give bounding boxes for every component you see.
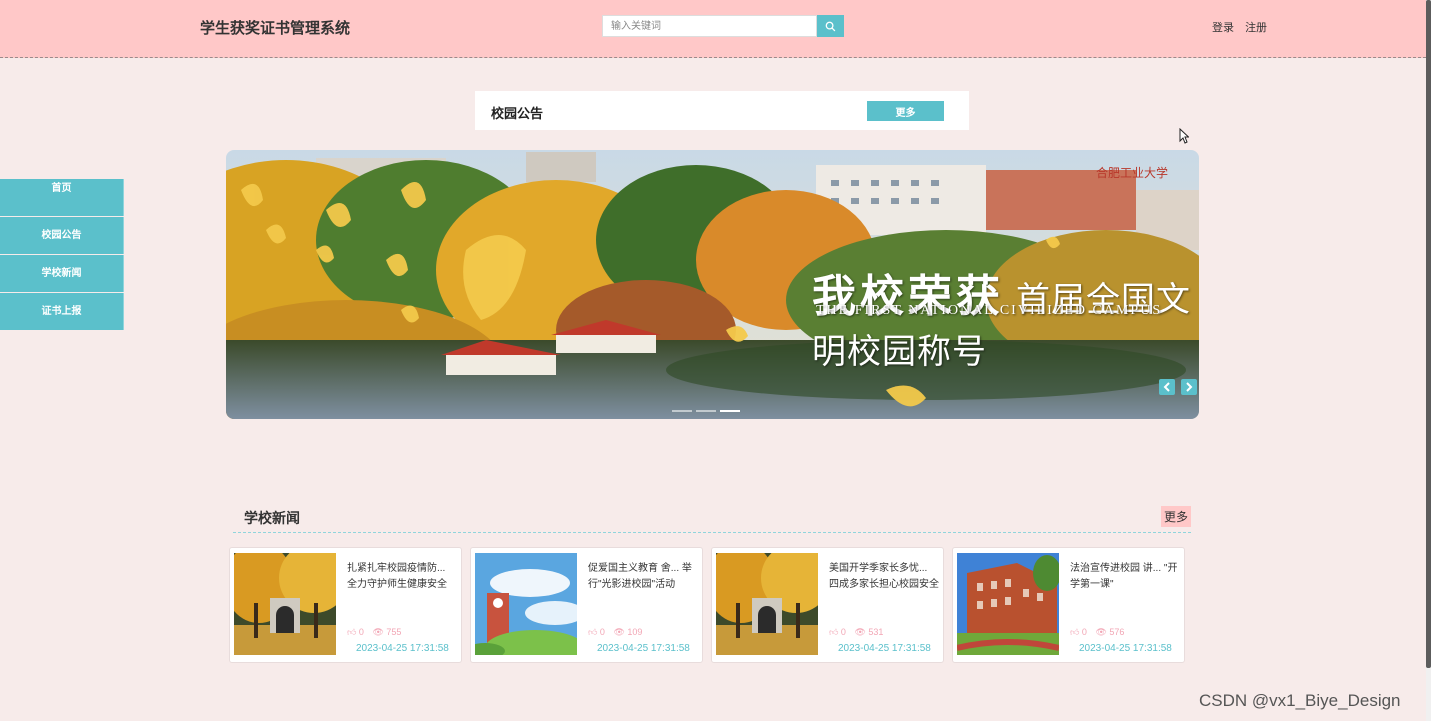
news-thumbnail[interactable] <box>475 553 577 655</box>
thumbs-up-icon: 👍︎ <box>347 627 357 637</box>
site-title: 学生获奖证书管理系统 <box>200 20 351 37</box>
news-section-header: 学校新闻 更多 <box>233 504 1191 533</box>
news-card-stats: 👍︎ 0 👁︎ 531 <box>829 627 883 638</box>
news-card-likes: 0 <box>358 627 364 637</box>
news-card-title[interactable]: 扎紧扎牢校园疫情防... 全力守护师生健康安全 <box>347 561 457 593</box>
news-thumbnail[interactable] <box>716 553 818 655</box>
mouse-cursor-icon <box>1179 128 1189 144</box>
ginkgo-gate-image <box>234 553 336 655</box>
carousel-indicators <box>672 399 744 417</box>
news-card-likes: 0 <box>599 627 605 637</box>
carousel-dot-active[interactable] <box>720 410 740 412</box>
news-card-date: 2023-04-25 17:31:58 <box>356 643 449 654</box>
register-link[interactable]: 注册 <box>1245 22 1267 34</box>
watermark: CSDN @vx1_Biye_Design <box>1199 691 1401 710</box>
news-card[interactable]: 法治宣传进校园 讲... "开学第一课" 👍︎ 0 👁︎ 576 2023-04… <box>952 547 1185 663</box>
scrollbar-thumb[interactable] <box>1426 0 1431 668</box>
news-card-views: 531 <box>868 627 884 637</box>
eye-icon: 👁︎ <box>854 627 866 637</box>
chevron-left-icon <box>1163 382 1170 392</box>
news-card-likes: 0 <box>840 627 846 637</box>
carousel-prev-button[interactable] <box>1159 379 1175 395</box>
news-card[interactable]: 扎紧扎牢校园疫情防... 全力守护师生健康安全 👍︎ 0 👁︎ 755 2023… <box>229 547 462 663</box>
search-bar <box>602 15 844 37</box>
banner-carousel[interactable]: 合肥工业大学 我校荣获 首届全国文明校园称号 THE FIRST NATIONAL… <box>226 150 1199 419</box>
news-card-date: 2023-04-25 17:31:58 <box>597 643 690 654</box>
chevron-right-icon <box>1186 382 1193 392</box>
clock-tower-image <box>475 553 577 655</box>
search-input[interactable] <box>602 15 817 37</box>
auth-links: 登录 注册 <box>1212 19 1275 35</box>
thumbs-up-icon: 👍︎ <box>588 627 598 637</box>
eye-icon: 👁︎ <box>613 627 625 637</box>
news-card[interactable]: 美国开学季家长多忧... 四成多家长担心校园安全 👍︎ 0 👁︎ 531 202… <box>711 547 944 663</box>
news-thumbnail[interactable] <box>957 553 1059 655</box>
banner-university-logo: 合肥工业大学 <box>1096 166 1169 180</box>
side-nav: 首页 校园公告 学校新闻 证书上报 <box>0 179 124 331</box>
news-more-button[interactable]: 更多 <box>1160 506 1191 527</box>
carousel-dot[interactable] <box>672 410 692 412</box>
thumbs-up-icon: 👍︎ <box>829 627 839 637</box>
login-link[interactable]: 登录 <box>1212 22 1234 34</box>
banner-subtitle: THE FIRST NATIONAL CIVILIZED CAMPUS <box>816 303 1163 318</box>
news-card-title[interactable]: 美国开学季家长多忧... 四成多家长担心校园安全 <box>829 561 939 593</box>
carousel-dot[interactable] <box>696 410 716 412</box>
notice-title: 校园公告 <box>491 106 544 121</box>
news-card-date: 2023-04-25 17:31:58 <box>1079 643 1172 654</box>
news-thumbnail[interactable] <box>234 553 336 655</box>
top-header: 学生获奖证书管理系统 登录 注册 <box>0 0 1426 58</box>
news-card-title[interactable]: 法治宣传进校园 讲... "开学第一课" <box>1070 561 1180 593</box>
red-building-image <box>957 553 1059 655</box>
news-card-date: 2023-04-25 17:31:58 <box>838 643 931 654</box>
news-card-title[interactable]: 促爱国主义教育 舍... 举行"光影进校园"活动 <box>588 561 698 593</box>
thumbs-up-icon: 👍︎ <box>1070 627 1080 637</box>
nav-item-home[interactable]: 首页 <box>0 179 124 216</box>
news-card-views: 576 <box>1109 627 1125 637</box>
news-card[interactable]: 促爱国主义教育 舍... 举行"光影进校园"活动 👍︎ 0 👁︎ 109 202… <box>470 547 703 663</box>
eye-icon: 👁︎ <box>372 627 384 637</box>
nav-item-certificate-report[interactable]: 证书上报 <box>0 293 124 330</box>
news-card-likes: 0 <box>1081 627 1087 637</box>
news-card-stats: 👍︎ 0 👁︎ 755 <box>347 627 401 638</box>
news-section-title: 学校新闻 <box>244 510 300 526</box>
notice-more-button[interactable]: 更多 <box>867 101 944 121</box>
news-card-views: 109 <box>627 627 643 637</box>
news-card-stats: 👍︎ 0 👁︎ 109 <box>588 627 642 638</box>
notice-bar: 校园公告 更多 <box>475 91 969 130</box>
carousel-next-button[interactable] <box>1181 379 1197 395</box>
search-icon <box>825 21 836 31</box>
ginkgo-gate-image <box>716 553 818 655</box>
nav-item-notices[interactable]: 校园公告 <box>0 217 124 254</box>
news-card-stats: 👍︎ 0 👁︎ 576 <box>1070 627 1124 638</box>
news-card-views: 755 <box>386 627 402 637</box>
eye-icon: 👁︎ <box>1095 627 1107 637</box>
search-button[interactable] <box>817 15 844 37</box>
nav-item-news[interactable]: 学校新闻 <box>0 255 124 292</box>
